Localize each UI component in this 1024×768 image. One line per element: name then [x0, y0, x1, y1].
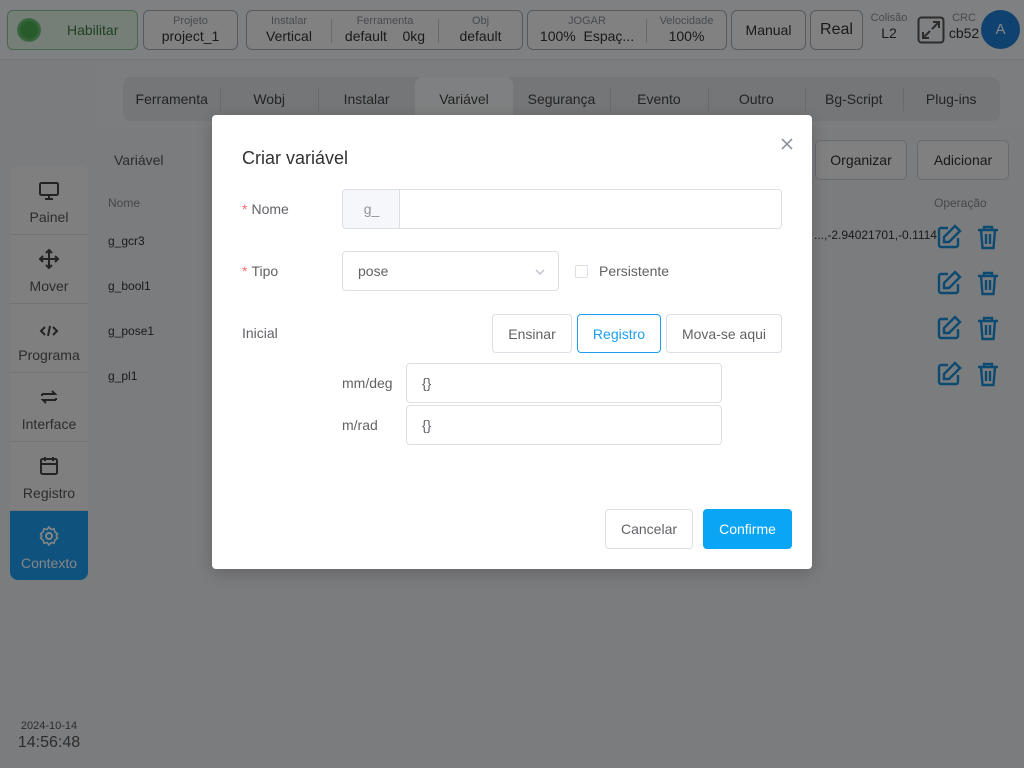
chevron-down-icon	[535, 269, 545, 276]
confirm-button[interactable]: Confirme	[703, 509, 792, 549]
pose-mm-deg-input[interactable]: {}	[406, 363, 722, 403]
persistent-checkbox[interactable]	[575, 265, 588, 278]
teach-button[interactable]: Ensinar	[492, 314, 572, 353]
unit-label-mm-deg: mm/deg	[342, 375, 393, 391]
type-select[interactable]: pose	[342, 251, 559, 291]
record-button[interactable]: Registro	[577, 314, 661, 353]
move-here-button[interactable]: Mova-se aqui	[666, 314, 782, 353]
unit-label-m-rad: m/rad	[342, 417, 378, 433]
close-icon[interactable]	[779, 136, 795, 152]
initial-label: Inicial	[242, 325, 278, 341]
name-input[interactable]	[399, 189, 782, 229]
persistent-label[interactable]: Persistente	[599, 263, 669, 279]
create-variable-dialog: Criar variável * Nome g_ * Tipo pose Persi…	[212, 115, 812, 569]
type-field-label: * Tipo	[242, 263, 279, 279]
cancel-button[interactable]: Cancelar	[605, 509, 693, 549]
name-field-label: * Nome	[242, 201, 289, 217]
dialog-title: Criar variável	[242, 148, 349, 168]
pose-m-rad-input[interactable]: {}	[406, 405, 722, 445]
name-prefix: g_	[342, 189, 400, 229]
type-select-value: pose	[358, 263, 389, 279]
